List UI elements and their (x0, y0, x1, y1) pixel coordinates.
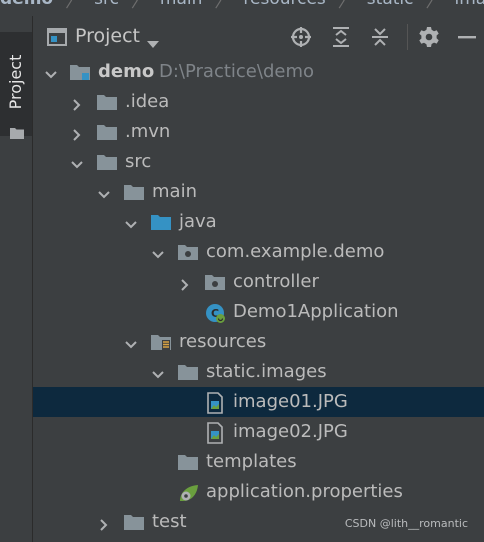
breadcrumb-separator: 〉 (214, 0, 232, 12)
tree-item-label: src (125, 151, 152, 172)
resources-folder-icon (150, 332, 172, 352)
project-panel-header: Project (33, 16, 484, 58)
tree-item-label: static.images (206, 361, 327, 382)
chevron-right-icon[interactable] (179, 276, 191, 291)
tree-item-label: .idea (125, 91, 170, 112)
chevron-down-icon[interactable] (98, 186, 110, 199)
breadcrumb-item-images[interactable]: images (454, 0, 484, 9)
chevron-right-icon[interactable] (71, 126, 83, 141)
breadcrumb-item-resources[interactable]: resources (243, 0, 325, 9)
module-path: D:\Practice\demo (159, 61, 314, 82)
image-file-icon (206, 392, 228, 414)
tree-item-label: main (152, 181, 197, 202)
tree-row-image02[interactable]: image02.JPG (33, 417, 484, 447)
tree-row-resources[interactable]: resources (33, 327, 484, 357)
tree-row-package[interactable]: com.example.demo (33, 237, 484, 267)
breadcrumb-separator: 〉 (130, 0, 148, 12)
folder-icon (96, 92, 118, 112)
folder-icon (177, 452, 199, 472)
tree-row-mvn[interactable]: .mvn (33, 117, 484, 147)
tree-item-label: templates (206, 451, 297, 472)
project-tree: demo D:\Practice\demo .idea .mvn src mai… (33, 57, 484, 542)
tree-row-main[interactable]: main (33, 177, 484, 207)
image-file-icon (206, 422, 228, 444)
chevron-down-icon[interactable] (152, 366, 164, 379)
tree-item-label: test (152, 511, 187, 532)
folder-icon (96, 122, 118, 142)
breadcrumb: demo 〉 src 〉 main 〉 resources 〉 static 〉… (0, 0, 484, 12)
package-icon (177, 242, 199, 262)
tree-item-label: java (179, 211, 217, 232)
tree-item-label: com.example.demo (206, 241, 385, 262)
tree-item-label: resources (179, 331, 267, 352)
tree-row-static-images[interactable]: static.images (33, 357, 484, 387)
collapse-all-icon[interactable] (369, 26, 391, 48)
gear-icon[interactable] (418, 26, 440, 48)
chevron-down-icon[interactable] (71, 156, 83, 169)
tree-row-application-properties[interactable]: application.properties (33, 477, 484, 507)
tree-item-label: application.properties (206, 481, 403, 502)
navigation-breadcrumb: demo 〉 src 〉 main 〉 resources 〉 static 〉… (0, 0, 484, 17)
chevron-right-icon[interactable] (98, 516, 110, 531)
module-folder-icon (69, 62, 91, 82)
chevron-down-icon[interactable] (45, 66, 57, 79)
tree-item-label: .mvn (125, 121, 171, 142)
tree-row-image01[interactable]: image01.JPG (33, 387, 484, 417)
tree-item-label: image01.JPG (233, 391, 348, 412)
expand-all-icon[interactable] (330, 26, 352, 48)
tree-item-label: Demo1Application (233, 301, 399, 322)
breadcrumb-item-src[interactable]: src (94, 0, 119, 9)
breadcrumb-separator: 〉 (425, 0, 443, 12)
folder-icon (123, 182, 145, 202)
folder-icon (177, 362, 199, 382)
tree-row-src[interactable]: src (33, 147, 484, 177)
breadcrumb-item-demo[interactable]: demo (0, 0, 53, 9)
tree-row-demo1application[interactable]: C Demo1Application (33, 297, 484, 327)
breadcrumb-separator: 〉 (65, 0, 83, 12)
tree-item-label: image02.JPG (233, 421, 348, 442)
chevron-down-icon[interactable] (152, 246, 164, 259)
breadcrumb-item-static[interactable]: static (367, 0, 414, 9)
tree-row-controller[interactable]: controller (33, 267, 484, 297)
project-view-icon (47, 27, 67, 51)
tree-row-templates[interactable]: templates (33, 447, 484, 477)
project-tab-label: Project (6, 54, 25, 110)
tree-row-java[interactable]: java (33, 207, 484, 237)
chevron-right-icon[interactable] (71, 96, 83, 111)
project-tool-tab[interactable]: Project (0, 32, 32, 139)
chevron-down-icon[interactable] (125, 216, 137, 229)
tree-row-demo[interactable]: demo D:\Practice\demo (33, 57, 484, 87)
folder-icon (10, 124, 24, 139)
toolbar-divider (407, 24, 408, 50)
tool-window-stripe: Project (0, 16, 33, 542)
breadcrumb-separator: 〉 (337, 0, 355, 12)
watermark-text: CSDN @lith__romantic (344, 517, 468, 530)
locate-icon[interactable] (290, 26, 312, 48)
chevron-down-icon[interactable] (125, 336, 137, 349)
breadcrumb-item-main[interactable]: main (160, 0, 202, 9)
spring-properties-icon (177, 482, 199, 502)
minimize-icon[interactable] (456, 26, 478, 48)
caret-down-icon[interactable] (147, 34, 159, 53)
folder-icon (96, 152, 118, 172)
tree-item-label: demo (98, 61, 155, 82)
spring-boot-class-icon: C (204, 302, 226, 323)
source-folder-icon (150, 212, 172, 232)
panel-title[interactable]: Project (75, 25, 140, 47)
package-icon (204, 272, 226, 292)
folder-icon (123, 512, 145, 532)
tree-item-label: controller (233, 271, 319, 292)
tree-row-idea[interactable]: .idea (33, 87, 484, 117)
